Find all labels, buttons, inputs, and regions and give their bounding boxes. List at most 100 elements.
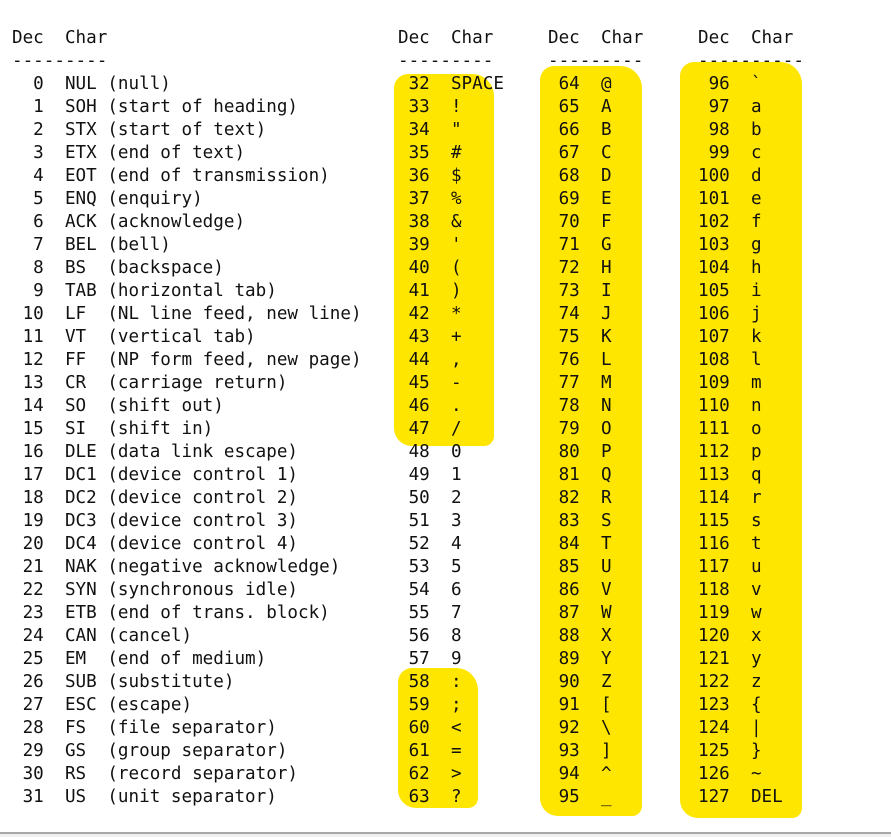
char-value: g xyxy=(729,235,762,255)
dec-value: 36 xyxy=(398,166,430,186)
char-value: R xyxy=(579,488,612,508)
char-value: SYN (synchronous idle) xyxy=(43,580,298,600)
dec-value: 21 xyxy=(12,557,44,577)
char-value: M xyxy=(579,373,612,393)
dec-value: 64 xyxy=(548,74,580,94)
char-value: U xyxy=(579,557,612,577)
table-row: 111 o xyxy=(698,418,804,441)
table-row: 65 A xyxy=(548,96,643,119)
table-row: 20 DC4 (device control 4) xyxy=(12,533,362,556)
header-rule: --------- xyxy=(12,51,108,71)
char-value: b xyxy=(729,120,762,140)
table-row: 93 ] xyxy=(548,740,643,763)
dec-value: 46 xyxy=(398,396,430,416)
dec-value: 40 xyxy=(398,258,430,278)
dec-value: 58 xyxy=(398,672,430,692)
table-row: 52 4 xyxy=(398,533,504,556)
table-row: 105 i xyxy=(698,280,804,303)
table-row: 100 d xyxy=(698,165,804,188)
char-value: t xyxy=(729,534,762,554)
char-value: 6 xyxy=(429,580,462,600)
dec-value: 110 xyxy=(698,396,730,416)
char-value: RS (record separator) xyxy=(43,764,298,784)
char-value: STX (start of text) xyxy=(43,120,267,140)
char-value: ESC (escape) xyxy=(43,695,193,715)
table-row: 124 | xyxy=(698,717,804,740)
table-row: 62 > xyxy=(398,763,504,786)
dec-value: 80 xyxy=(548,442,580,462)
table-row: 37 % xyxy=(398,188,504,211)
dec-value: 31 xyxy=(12,787,44,807)
char-value: VT (vertical tab) xyxy=(43,327,256,347)
table-row: 29 GS (group separator) xyxy=(12,740,362,763)
char-value: US (unit separator) xyxy=(43,787,277,807)
char-value: FS (file separator) xyxy=(43,718,277,738)
char-value: T xyxy=(579,534,612,554)
char-value: DC2 (device control 2) xyxy=(43,488,298,508)
table-row: 113 q xyxy=(698,464,804,487)
table-row: 25 EM (end of medium) xyxy=(12,648,362,671)
table-row: 119 w xyxy=(698,602,804,625)
table-row: 107 k xyxy=(698,326,804,349)
table-row: 53 5 xyxy=(398,556,504,579)
table-row: 15 SI (shift in) xyxy=(12,418,362,441)
dec-value: 72 xyxy=(548,258,580,278)
table-row: 24 CAN (cancel) xyxy=(12,625,362,648)
table-row: 42 * xyxy=(398,303,504,326)
char-value: DC3 (device control 3) xyxy=(43,511,298,531)
table-row: 91 [ xyxy=(548,694,643,717)
table-row: 77 M xyxy=(548,372,643,395)
dec-value: 53 xyxy=(398,557,430,577)
header-rule: --------- xyxy=(398,51,494,71)
char-value: L xyxy=(579,350,612,370)
dec-value: 121 xyxy=(698,649,730,669)
dec-value: 119 xyxy=(698,603,730,623)
char-value: C xyxy=(579,143,612,163)
table-row: 4 EOT (end of transmission) xyxy=(12,165,362,188)
char-value: S xyxy=(579,511,612,531)
table-row: 106 j xyxy=(698,303,804,326)
table-row: 84 T xyxy=(548,533,643,556)
char-value: q xyxy=(729,465,762,485)
char-value: s xyxy=(729,511,762,531)
char-value: ENQ (enquiry) xyxy=(43,189,203,209)
dec-value: 41 xyxy=(398,281,430,301)
table-row: 118 v xyxy=(698,579,804,602)
table-row: 17 DC1 (device control 1) xyxy=(12,464,362,487)
dec-value: 29 xyxy=(12,741,44,761)
char-value: X xyxy=(579,626,612,646)
char-value: 0 xyxy=(429,442,462,462)
char-value: ACK (acknowledge) xyxy=(43,212,246,232)
table-row: 68 D xyxy=(548,165,643,188)
table-row: 44 , xyxy=(398,349,504,372)
dec-value: 63 xyxy=(398,787,430,807)
char-value: DC1 (device control 1) xyxy=(43,465,298,485)
table-row: 69 E xyxy=(548,188,643,211)
table-row: 21 NAK (negative acknowledge) xyxy=(12,556,362,579)
table-row: 112 p xyxy=(698,441,804,464)
dec-value: 55 xyxy=(398,603,430,623)
table-row: 114 r xyxy=(698,487,804,510)
table-row: 70 F xyxy=(548,211,643,234)
table-row: 82 R xyxy=(548,487,643,510)
char-value: a xyxy=(729,97,762,117)
char-value: SI (shift in) xyxy=(43,419,214,439)
char-value: A xyxy=(579,97,612,117)
char-value: & xyxy=(429,212,462,232)
char-value: Q xyxy=(579,465,612,485)
dec-value: 32 xyxy=(398,74,430,94)
dec-value: 38 xyxy=(398,212,430,232)
char-value: GS (group separator) xyxy=(43,741,288,761)
dec-value: 56 xyxy=(398,626,430,646)
char-value: 4 xyxy=(429,534,462,554)
table-row: 13 CR (carriage return) xyxy=(12,372,362,395)
table-row: 71 G xyxy=(548,234,643,257)
dec-value: 92 xyxy=(548,718,580,738)
table-row: 75 K xyxy=(548,326,643,349)
char-value: u xyxy=(729,557,762,577)
char-value: j xyxy=(729,304,762,324)
dec-value: 30 xyxy=(12,764,44,784)
dec-value: 67 xyxy=(548,143,580,163)
char-value: DLE (data link escape) xyxy=(43,442,298,462)
char-value: _ xyxy=(579,787,612,807)
